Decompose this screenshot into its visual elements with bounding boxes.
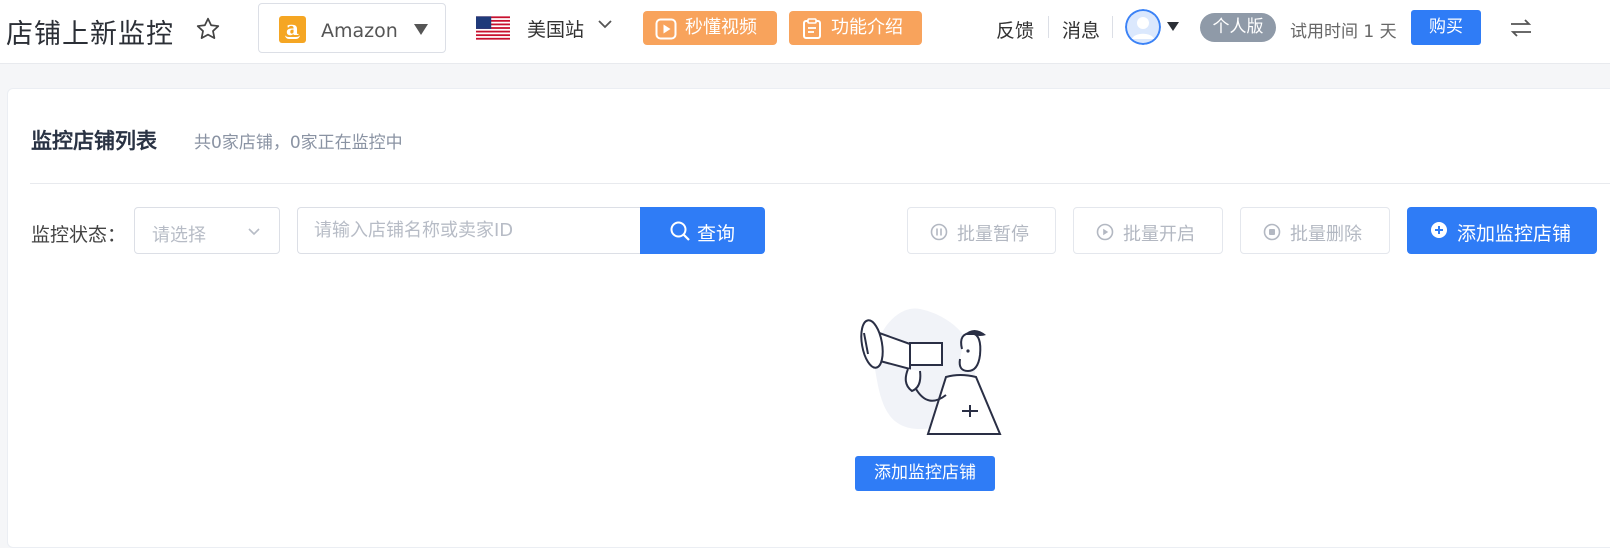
list-summary: 共0家店铺，0家正在监控中 <box>194 133 403 153</box>
megaphone-illustration <box>860 308 1002 435</box>
stop-circle-icon <box>1263 223 1281 241</box>
platform-select[interactable]: a Amazon <box>258 3 446 53</box>
buy-button[interactable]: 购买 <box>1411 10 1481 45</box>
amazon-logo-icon: a <box>279 16 306 43</box>
batch-pause-button[interactable]: 批量暂停 <box>907 207 1056 254</box>
switch-icon[interactable] <box>1508 16 1534 40</box>
top-header: 店铺上新监控 a Amazon 美国站 秒懂视频 功能介绍 反馈 消息 个人版 … <box>0 0 1610 64</box>
intro-button[interactable]: 功能介绍 <box>789 11 922 45</box>
batch-delete-button[interactable]: 批量删除 <box>1240 207 1390 254</box>
batch-start-button[interactable]: 批量开启 <box>1073 207 1223 254</box>
edition-badge: 个人版 <box>1200 13 1276 42</box>
site-select[interactable]: 美国站 <box>527 15 584 42</box>
empty-add-store-button[interactable]: 添加监控店铺 <box>855 456 995 491</box>
chevron-down-icon <box>248 228 260 236</box>
trial-text: 试用时间 1 天 <box>1290 22 1397 42</box>
play-icon <box>655 18 677 40</box>
feedback-link[interactable]: 反馈 <box>996 16 1034 43</box>
platform-label: Amazon <box>321 20 398 42</box>
caret-down-icon[interactable] <box>1167 22 1179 31</box>
list-title: 监控店铺列表 <box>31 129 157 153</box>
plus-circle-icon <box>1431 222 1447 238</box>
play-circle-icon <box>1096 223 1114 241</box>
status-placeholder: 请选择 <box>152 225 206 246</box>
status-filter-label: 监控状态： <box>31 224 127 246</box>
user-avatar-icon[interactable] <box>1125 9 1161 45</box>
messages-link[interactable]: 消息 <box>1062 16 1100 43</box>
status-select[interactable]: 请选择 <box>134 207 280 254</box>
divider <box>30 183 1610 184</box>
divider <box>1048 16 1049 38</box>
query-button[interactable]: 查询 <box>640 207 765 254</box>
search-icon <box>670 221 690 241</box>
star-icon[interactable] <box>195 16 221 42</box>
clipboard-icon <box>803 18 821 39</box>
video-button[interactable]: 秒懂视频 <box>643 11 777 45</box>
chevron-down-icon[interactable] <box>595 14 615 34</box>
add-store-button[interactable]: 添加监控店铺 <box>1407 207 1597 254</box>
page-title: 店铺上新监控 <box>6 19 174 50</box>
search-input[interactable] <box>297 207 641 254</box>
us-flag-icon <box>476 16 510 40</box>
store-list-card: 监控店铺列表 共0家店铺，0家正在监控中 监控状态： 请选择 查询 批量暂停 批… <box>7 88 1610 548</box>
pause-circle-icon <box>930 223 948 241</box>
caret-down-icon <box>414 24 428 35</box>
divider <box>1112 16 1113 38</box>
